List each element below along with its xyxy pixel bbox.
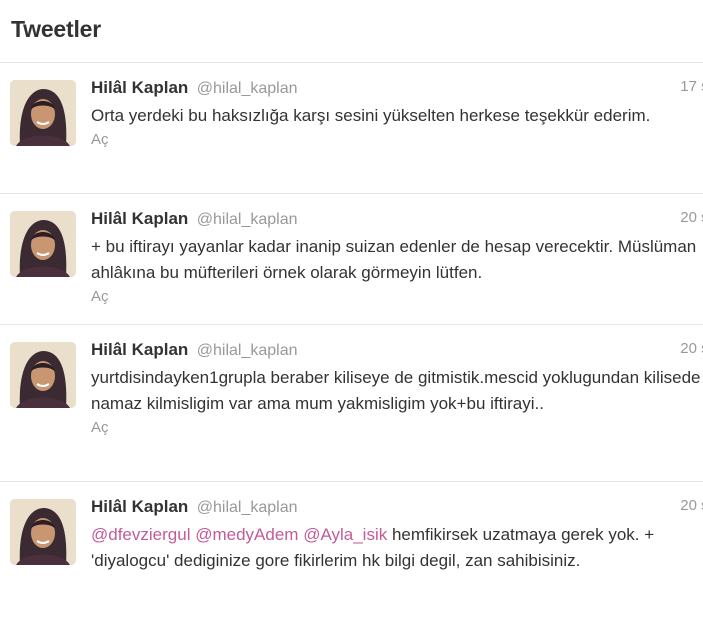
page-title: Tweetler — [11, 16, 102, 42]
tweet-timestamp[interactable]: 20 sa — [680, 497, 703, 514]
tweet-author-name[interactable]: Hilâl Kaplan — [91, 340, 188, 359]
tweet-author-handle[interactable]: @hilal_kaplan — [197, 80, 298, 97]
avatar[interactable] — [10, 80, 76, 146]
tweet-stream: Hilâl Kaplan @hilal_kaplan 17 sa Orta ye… — [0, 63, 703, 622]
tweet-author-name[interactable]: Hilâl Kaplan — [91, 497, 188, 516]
mention-link[interactable]: @dfevziergul — [91, 525, 190, 544]
tweet-timestamp[interactable]: 17 sa — [680, 78, 703, 95]
expand-link[interactable]: Aç — [91, 131, 703, 148]
tweet-item[interactable]: Hilâl Kaplan @hilal_kaplan 20 sa + bu if… — [0, 194, 703, 325]
tweet-item[interactable]: Hilâl Kaplan @hilal_kaplan 17 sa Orta ye… — [0, 63, 703, 194]
expand-link[interactable]: Aç — [91, 419, 703, 436]
tweet-timestamp[interactable]: 20 sa — [680, 209, 703, 226]
stream-header: Tweetler — [0, 0, 703, 63]
tweet-text: + bu iftirayı yayanlar kadar inanip suiz… — [91, 237, 697, 282]
tweet-item[interactable]: Hilâl Kaplan @hilal_kaplan 20 sa @dfevzi… — [0, 482, 703, 622]
tweet-text: @dfevziergul @medyAdem @Ayla_isik hemfik… — [91, 522, 703, 574]
avatar[interactable] — [10, 211, 76, 277]
tweet-author-handle[interactable]: @hilal_kaplan — [197, 211, 298, 228]
tweet-author-handle[interactable]: @hilal_kaplan — [197, 342, 298, 359]
tweet-timestamp[interactable]: 20 sa — [680, 340, 703, 357]
tweet-author-handle[interactable]: @hilal_kaplan — [197, 499, 298, 516]
tweet-item[interactable]: Hilâl Kaplan @hilal_kaplan 20 sa yurtdis… — [0, 325, 703, 482]
tweet-text: yurtdisindayken1grupla beraber kiliseye … — [91, 368, 701, 413]
avatar[interactable] — [10, 342, 76, 408]
tweet-author-name[interactable]: Hilâl Kaplan — [91, 209, 188, 228]
mention-link[interactable]: @Ayla_isik — [303, 525, 387, 544]
mention-link[interactable]: @medyAdem — [195, 525, 298, 544]
tweet-text: Orta yerdeki bu haksızlığa karşı sesini … — [91, 106, 651, 125]
tweet-author-name[interactable]: Hilâl Kaplan — [91, 78, 188, 97]
avatar[interactable] — [10, 499, 76, 565]
expand-link[interactable]: Aç — [91, 288, 703, 305]
